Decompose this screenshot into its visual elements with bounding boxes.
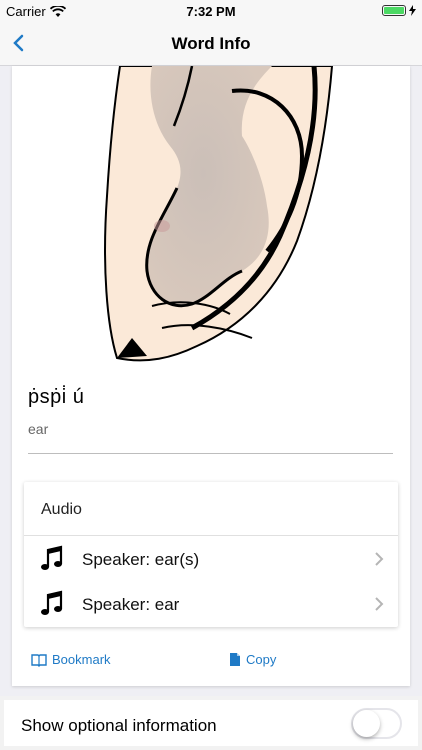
- audio-item[interactable]: Speaker: ear(s): [24, 535, 398, 581]
- copy-icon: [230, 653, 240, 666]
- audio-section-title: Audio: [41, 501, 82, 518]
- toggle-knob: [353, 710, 380, 737]
- audio-section: Audio Speaker: ear(s) Speaker: ear: [24, 482, 398, 627]
- status-bar: Carrier 7:32 PM: [0, 0, 422, 22]
- copy-button[interactable]: Copy: [229, 652, 276, 667]
- audio-item-label: Speaker: ear(s): [82, 550, 200, 569]
- battery-level: [384, 7, 404, 14]
- optional-info-label: Show optional information: [21, 716, 217, 735]
- status-time: 7:32 PM: [186, 4, 236, 19]
- charging-bolt-icon: [409, 5, 416, 16]
- word-form: ṗsṗi̇ ú: [28, 386, 85, 408]
- optional-info-row: Show optional information: [4, 700, 418, 746]
- word-gloss: ear: [28, 421, 49, 437]
- chevron-right-icon: [375, 552, 384, 566]
- audio-item-label: Speaker: ear: [82, 595, 180, 614]
- ear-illustration: [104, 66, 334, 362]
- action-bar: Bookmark Copy: [12, 650, 410, 674]
- page-title: Word Info: [171, 34, 251, 53]
- navigation-bar: Word Info: [0, 22, 422, 66]
- divider: [28, 453, 393, 454]
- audio-item[interactable]: Speaker: ear: [24, 581, 398, 627]
- copy-label: Copy: [246, 652, 277, 667]
- music-note-icon: [41, 545, 63, 570]
- chevron-right-icon: [375, 597, 384, 611]
- optional-info-toggle[interactable]: [351, 708, 402, 739]
- bookmark-label: Bookmark: [52, 652, 111, 667]
- status-right: [382, 5, 416, 16]
- music-note-icon: [41, 590, 63, 615]
- word-card: ṗsṗi̇ ú ear Audio Speaker: ear(s) Speake…: [12, 66, 410, 686]
- book-icon: [31, 653, 47, 667]
- battery-icon: [382, 5, 406, 16]
- optional-info-bar: Show optional information: [0, 696, 422, 750]
- bookmark-button[interactable]: Bookmark: [31, 652, 111, 667]
